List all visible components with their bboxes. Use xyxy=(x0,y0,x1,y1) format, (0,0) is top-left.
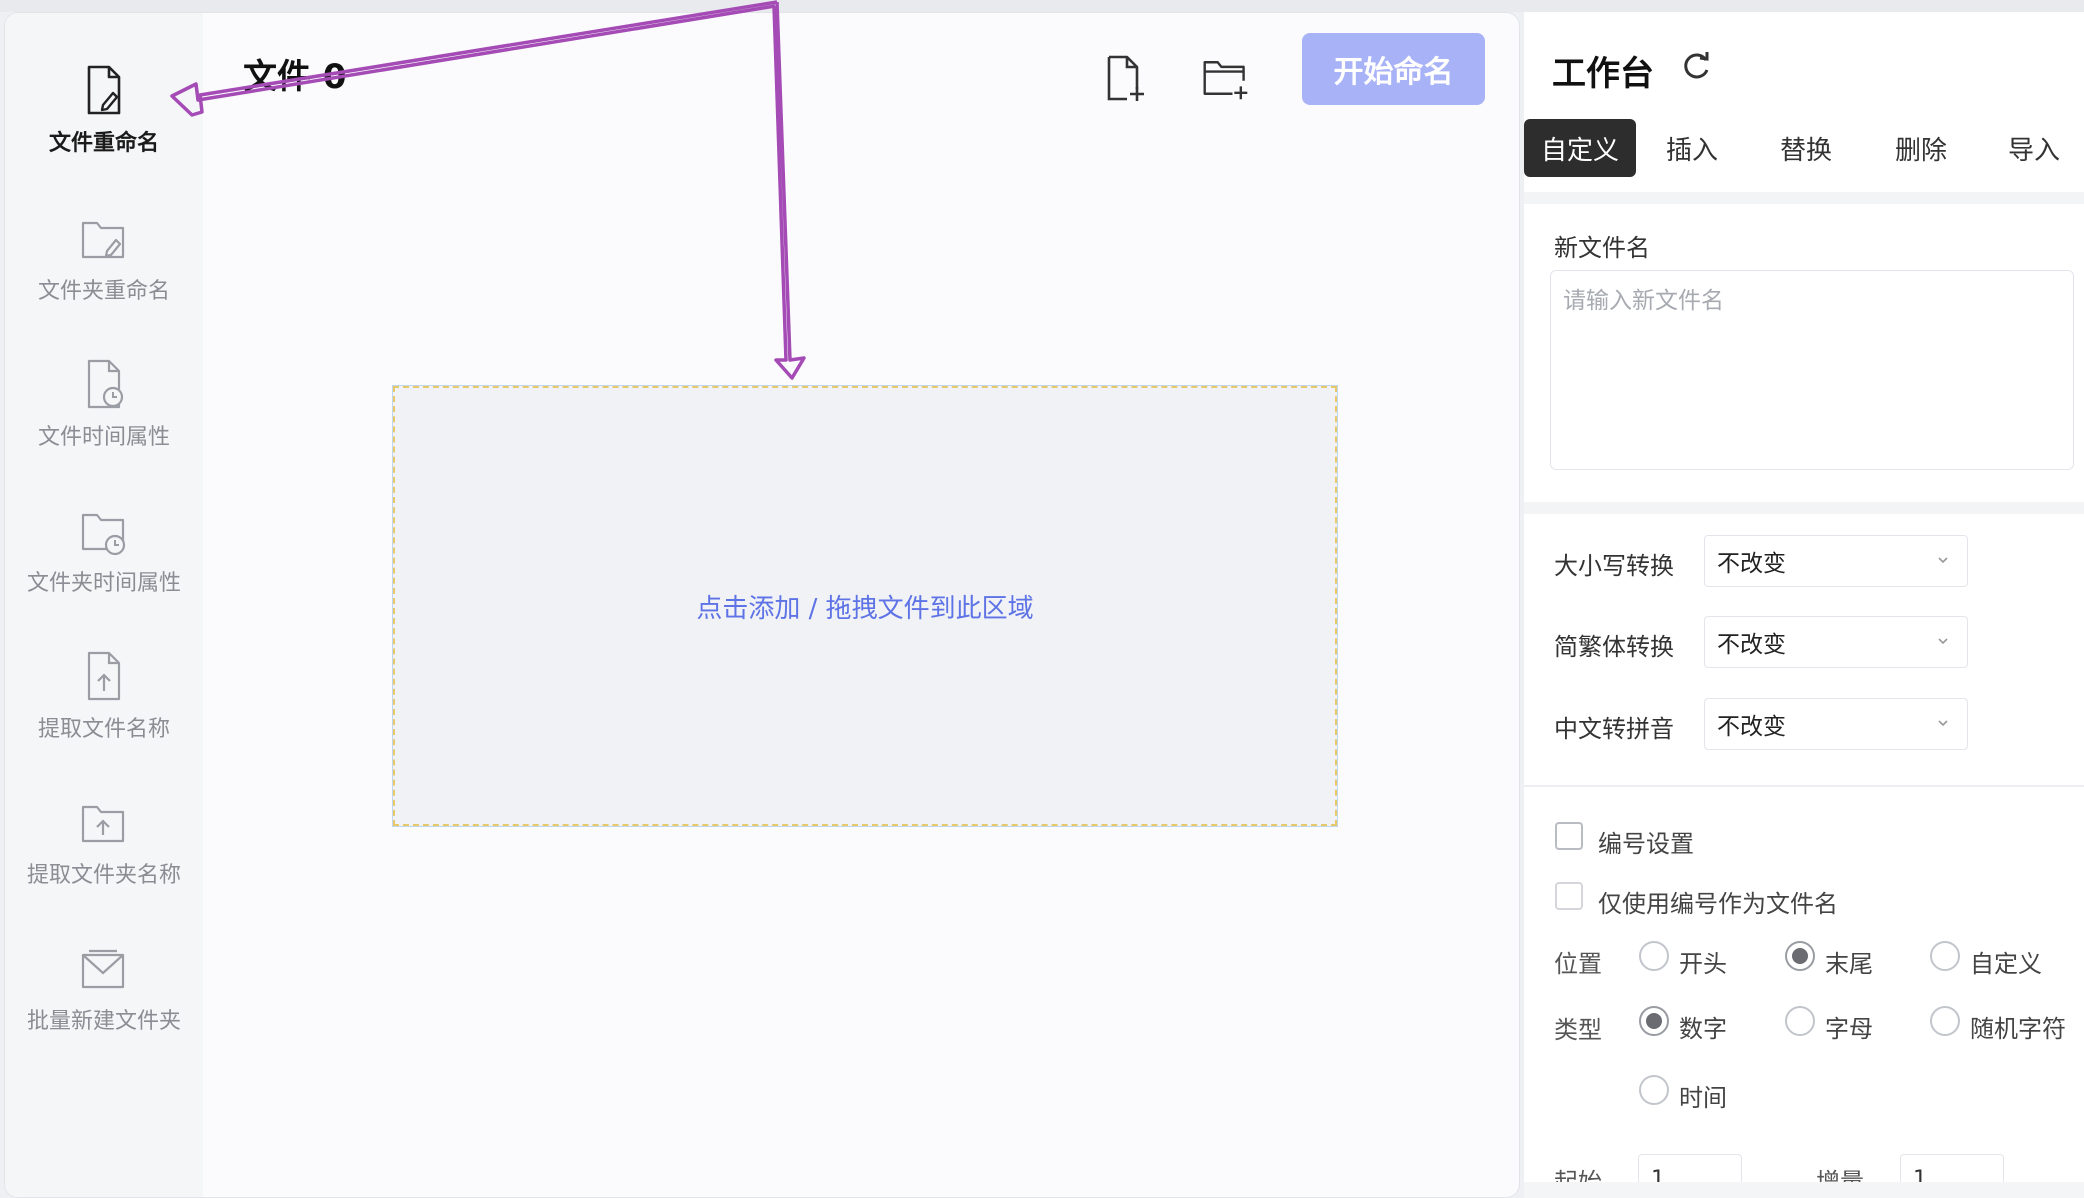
folder-batch-icon xyxy=(81,949,125,989)
sidebar-item-label: 文件时间属性 xyxy=(37,425,170,450)
sidebar-item-label: 提取文件夹名称 xyxy=(26,863,181,888)
type-label: 类型 xyxy=(1554,1016,1602,1044)
type-option-random: 随机字符 xyxy=(1970,1015,2066,1043)
position-radio-end[interactable] xyxy=(1785,941,1815,971)
only-number-checkbox[interactable] xyxy=(1555,882,1583,910)
tab-import[interactable]: 导入 xyxy=(1984,119,2084,177)
sidebar-item-folder-rename[interactable]: 文件夹重命名 xyxy=(5,211,203,331)
divider xyxy=(1524,785,2084,787)
file-time-icon xyxy=(87,359,124,409)
sidebar-item-file-time[interactable]: 文件时间属性 xyxy=(5,357,203,477)
sidebar-item-label: 提取文件名称 xyxy=(37,717,170,742)
traditional-convert-label: 简繁体转换 xyxy=(1554,633,1674,661)
tab-insert[interactable]: 插入 xyxy=(1642,119,1742,177)
file-extract-icon xyxy=(87,651,121,701)
case-convert-label: 大小写转换 xyxy=(1554,552,1674,580)
folder-extract-icon xyxy=(81,805,125,843)
divider xyxy=(1524,192,2084,204)
traditional-convert-select[interactable]: 不改变 xyxy=(1704,616,1968,668)
chevron-down-icon xyxy=(1938,557,1948,564)
tab-replace[interactable]: 替换 xyxy=(1756,119,1856,177)
type-option-time: 时间 xyxy=(1679,1084,1727,1112)
tab-delete[interactable]: 删除 xyxy=(1871,119,1971,177)
workbench-tabs: 自定义 插入 替换 删除 导入 xyxy=(1524,119,2084,179)
main-panel: 文件重命名 文件夹重命名 文件时间属性 文件夹时间属性 提取文件名称 提取文件夹… xyxy=(4,12,1520,1198)
chevron-down-icon xyxy=(1938,638,1948,645)
position-option-start: 开头 xyxy=(1679,950,1727,978)
chevron-down-icon xyxy=(1938,720,1948,727)
type-radio-letter[interactable] xyxy=(1785,1006,1815,1036)
traditional-convert-value: 不改变 xyxy=(1717,632,1786,658)
page-title: 文件 0 xyxy=(243,57,347,97)
numbering-label: 编号设置 xyxy=(1598,830,1694,858)
type-radio-time[interactable] xyxy=(1639,1075,1669,1105)
only-number-label: 仅使用编号作为文件名 xyxy=(1598,890,1838,918)
new-name-input[interactable] xyxy=(1550,270,2074,470)
numbering-checkbox[interactable] xyxy=(1555,822,1583,850)
divider xyxy=(1524,502,2084,514)
start-rename-button[interactable]: 开始命名 xyxy=(1302,33,1485,105)
sidebar-item-file-extract[interactable]: 提取文件名称 xyxy=(5,649,203,769)
type-radio-random[interactable] xyxy=(1930,1006,1960,1036)
new-name-label: 新文件名 xyxy=(1554,234,1650,262)
position-label: 位置 xyxy=(1554,950,1602,978)
sidebar-item-label: 批量新建文件夹 xyxy=(26,1009,181,1034)
position-radio-custom[interactable] xyxy=(1930,941,1960,971)
sidebar-item-folder-extract[interactable]: 提取文件夹名称 xyxy=(5,795,203,915)
panel-bottom-edge xyxy=(1524,1182,2084,1198)
type-option-number: 数字 xyxy=(1679,1015,1727,1043)
drop-zone-text: 点击添加 / 拖拽文件到此区域 xyxy=(696,593,1034,624)
case-convert-value: 不改变 xyxy=(1717,551,1786,577)
sidebar-item-folder-time[interactable]: 文件夹时间属性 xyxy=(5,503,203,623)
workbench-panel: 工作台 自定义 插入 替换 删除 导入 新文件名 大小写转换 不改变 简繁体转换… xyxy=(1524,12,2084,1198)
sidebar-item-label: 文件夹时间属性 xyxy=(26,571,181,596)
sidebar-item-label: 文件夹重命名 xyxy=(37,279,170,304)
position-radio-start[interactable] xyxy=(1639,941,1669,971)
folder-time-icon xyxy=(81,513,126,556)
type-option-letter: 字母 xyxy=(1825,1015,1873,1043)
sidebar-item-file-rename[interactable]: 文件重命名 xyxy=(5,63,203,183)
folder-rename-icon xyxy=(81,221,125,259)
refresh-icon[interactable] xyxy=(1678,48,1714,84)
file-rename-icon xyxy=(87,65,121,115)
position-option-custom: 自定义 xyxy=(1970,950,2042,978)
app-window: 文件重命名 文件夹重命名 文件时间属性 文件夹时间属性 提取文件名称 提取文件夹… xyxy=(0,0,2084,1198)
case-convert-select[interactable]: 不改变 xyxy=(1704,535,1968,587)
workbench-title: 工作台 xyxy=(1552,54,1654,94)
sidebar-item-folder-batch[interactable]: 批量新建文件夹 xyxy=(5,941,203,1061)
sidebar: 文件重命名 文件夹重命名 文件时间属性 文件夹时间属性 提取文件名称 提取文件夹… xyxy=(5,13,203,1197)
pinyin-convert-label: 中文转拼音 xyxy=(1554,715,1674,743)
file-drop-zone[interactable]: 点击添加 / 拖拽文件到此区域 xyxy=(392,385,1338,827)
add-folder-icon[interactable] xyxy=(1201,53,1251,103)
tab-custom[interactable]: 自定义 xyxy=(1524,119,1636,177)
type-radio-number[interactable] xyxy=(1639,1006,1669,1036)
pinyin-convert-value: 不改变 xyxy=(1717,714,1786,740)
pinyin-convert-select[interactable]: 不改变 xyxy=(1704,698,1968,750)
top-strip xyxy=(0,0,2084,12)
position-option-end: 末尾 xyxy=(1825,950,1873,978)
add-file-icon[interactable] xyxy=(1099,53,1149,103)
sidebar-item-label: 文件重命名 xyxy=(48,131,159,156)
